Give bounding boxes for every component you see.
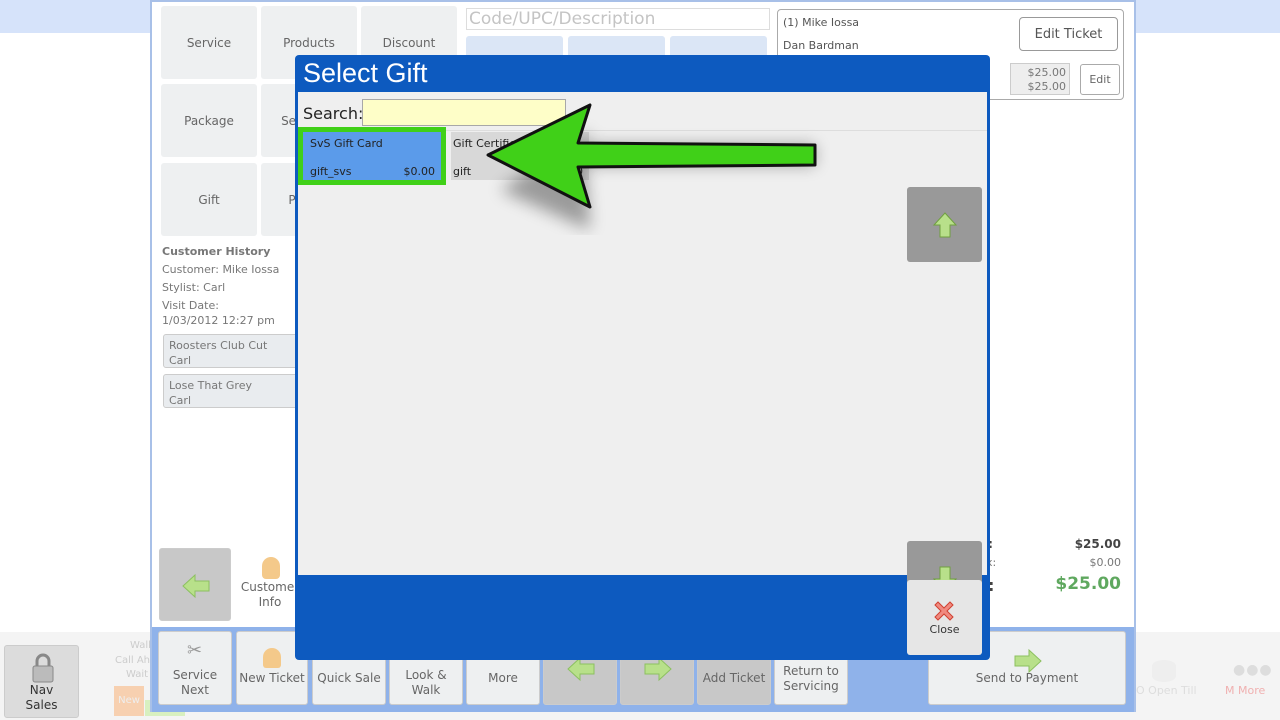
service-next-line-2: Next (181, 683, 209, 697)
quick-sale-label: Quick Sale (317, 671, 381, 685)
price-line-2: $25.00 (1027, 80, 1067, 93)
dots-icon: ●●● (1233, 662, 1273, 678)
ticket-stylist: Dan Bardman (783, 39, 859, 52)
nav-sales-button[interactable]: Nav Sales (4, 645, 79, 718)
package-tile[interactable]: Package (161, 84, 257, 157)
history-visit-date: 1/03/2012 12:27 pm (162, 314, 275, 327)
ticket-customer: (1) Mike Iossa (783, 16, 860, 29)
more-label: More (488, 671, 518, 685)
nav-label: Nav (29, 683, 54, 697)
scroll-up-button[interactable] (907, 187, 982, 262)
send-to-payment-label: Send to Payment (975, 671, 1079, 685)
history-item-stylist: Carl (169, 354, 191, 367)
add-ticket-label: Add Ticket (702, 671, 766, 685)
customer-info-line-2: Info (258, 595, 282, 609)
back-arrow-button[interactable] (159, 548, 231, 621)
new-badge: New (114, 686, 144, 716)
look-walk-line-2: Walk (411, 683, 441, 697)
tax-value: $0.00 (1089, 556, 1122, 569)
gift-item-code: gift_svs (310, 165, 352, 178)
more-right-button[interactable]: M More (1225, 684, 1265, 697)
return-line-2: Servicing (783, 679, 839, 693)
dialog-title: Select Gift (303, 58, 428, 88)
service-next-line-1: Service (172, 668, 218, 682)
ticket-price-box: $25.00 $25.00 (1010, 63, 1070, 95)
wait-label: Wait (126, 669, 149, 680)
arrow-left-icon (182, 573, 210, 599)
history-item[interactable]: Roosters Club Cut Carl (163, 334, 303, 368)
discount-tile-label: Discount (382, 35, 436, 50)
history-item-stylist: Carl (169, 394, 191, 407)
edit-line-button[interactable]: Edit (1080, 64, 1120, 95)
search-label: Search: (303, 104, 364, 123)
subtotal-value: $25.00 (1074, 537, 1121, 551)
close-icon (934, 601, 954, 621)
gift-item-svs[interactable]: SvS Gift Card gift_svs $0.00 (298, 127, 446, 185)
close-label: Close (929, 623, 960, 636)
gift-tile-label: Gift (198, 192, 220, 207)
sales-label: Sales (25, 698, 58, 712)
scissors-icon: ✂ (187, 640, 203, 661)
history-item-name: Lose That Grey (169, 379, 252, 392)
service-tile[interactable]: Service (161, 6, 257, 79)
service-tile-label: Service (186, 35, 232, 50)
customer-info-line-1: Customer (240, 580, 300, 594)
person-icon (262, 557, 280, 579)
new-label: New (118, 695, 140, 706)
gift-tile[interactable]: Gift (161, 163, 257, 236)
history-title: Customer History (162, 245, 271, 258)
gift-item-price: $0.00 (403, 165, 436, 178)
gift-item-code: gift (453, 165, 472, 178)
history-stylist: Stylist: Carl (162, 281, 226, 294)
history-customer: Customer: Mike Iossa (162, 263, 280, 276)
edit-ticket-button[interactable]: Edit Ticket (1019, 17, 1118, 51)
history-visit-label: Visit Date: (162, 299, 219, 312)
gift-item-name: SvS Gift Card (310, 137, 383, 150)
total-value: $25.00 (1055, 574, 1121, 594)
price-line-1: $25.00 (1027, 66, 1067, 79)
open-till-button[interactable]: O Open Till (1136, 684, 1197, 697)
return-line-1: Return to (783, 664, 839, 678)
history-item[interactable]: Lose That Grey Carl (163, 374, 303, 408)
package-tile-label: Package (184, 113, 234, 128)
products-tile-label: Products (283, 35, 335, 50)
code-search-input[interactable]: Code/UPC/Description (466, 8, 770, 30)
callout-arrow-icon (486, 103, 817, 230)
arrow-up-icon (932, 211, 957, 237)
new-ticket-label: New Ticket (239, 671, 305, 685)
history-item-name: Roosters Club Cut (169, 339, 268, 352)
people-icon (263, 648, 281, 668)
look-walk-line-1: Look & (405, 668, 447, 682)
service-next-button[interactable]: Service Next ✂ (158, 631, 232, 705)
close-button[interactable]: Close (907, 580, 982, 655)
database-icon (1152, 660, 1176, 682)
lock-icon (32, 653, 54, 683)
